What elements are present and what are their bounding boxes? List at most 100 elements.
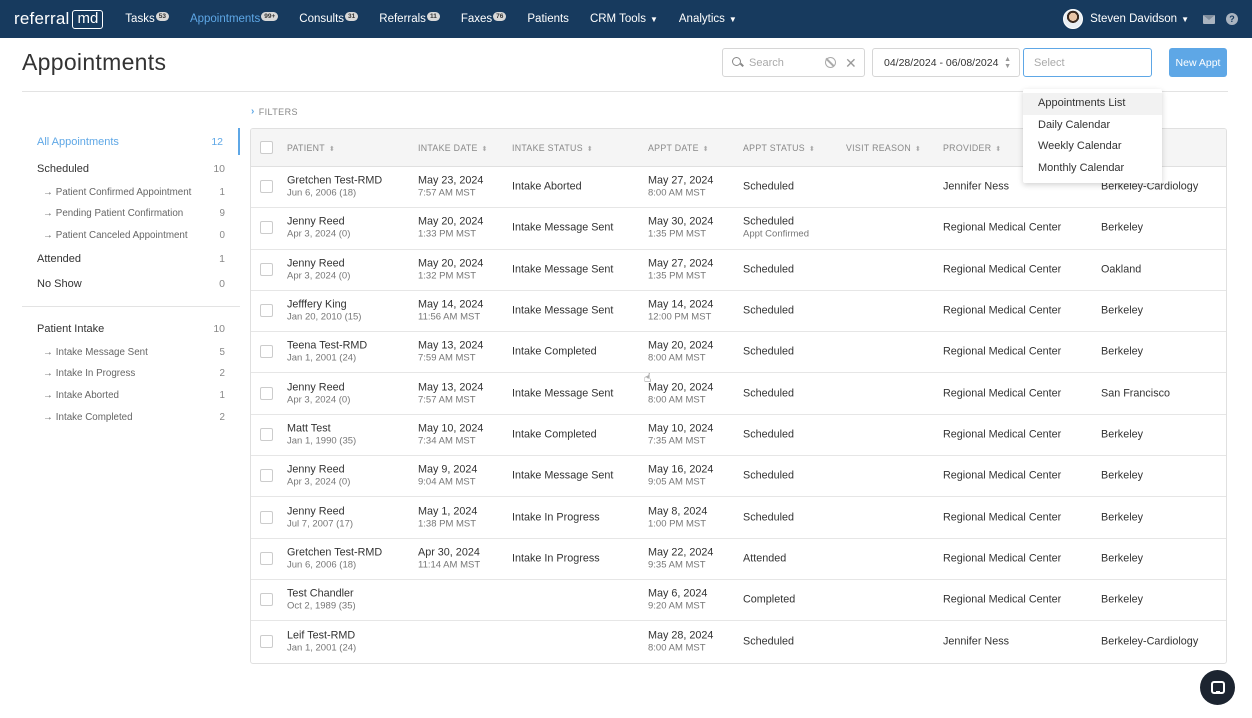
nav-item-analytics[interactable]: Analytics ▼ <box>679 13 737 25</box>
provider-cell: Regional Medical Center <box>943 552 1061 565</box>
intake-status-cell-primary: Intake In Progress <box>512 552 600 565</box>
row-checkbox[interactable] <box>260 386 273 400</box>
column-header[interactable]: INTAKE STATUS ⬍ <box>512 143 593 153</box>
chevron-down-icon: ▼ <box>649 14 658 24</box>
nav-item-patients[interactable]: Patients <box>527 13 569 25</box>
nav-item-label: Patients <box>527 13 569 25</box>
sidebar-label-text: Attended <box>37 253 82 266</box>
nav-item-consults[interactable]: Consults 31 <box>299 11 359 25</box>
nav-item-appointments[interactable]: Appointments 99+ <box>190 11 279 25</box>
table-row[interactable]: Teena Test-RMD Jan 1, 2001 (24) May 13, 20… <box>251 332 1226 374</box>
table-row[interactable]: Matt Test Jan 1, 1990 (35) May 10, 2024 7:3… <box>251 415 1226 457</box>
sidebar-item-scheduled[interactable]: Scheduled 10 <box>22 156 240 181</box>
dropdown-option-weekly-calendar[interactable]: Weekly Calendar <box>1023 136 1162 158</box>
location-cell-primary: Oakland <box>1101 263 1142 276</box>
table-row[interactable]: Jenny Reed Apr 3, 2024 (0) May 9, 2024 9:04… <box>251 456 1226 498</box>
sidebar-subitem[interactable]: → Intake In Progress 2 <box>22 363 240 385</box>
nav-item-tasks[interactable]: Tasks 53 <box>125 11 169 25</box>
column-header[interactable]: APPT STATUS ⬍ <box>743 143 815 153</box>
avatar[interactable] <box>1063 9 1084 29</box>
location-cell: Berkeley <box>1101 346 1143 359</box>
column-header[interactable]: VISIT REASON ⬍ <box>846 143 921 153</box>
row-checkbox[interactable] <box>260 345 273 359</box>
table-row[interactable]: Jefffery King Jan 20, 2010 (15) May 14, 20… <box>251 291 1226 333</box>
close-icon[interactable]: ✕ <box>845 56 857 70</box>
table-row[interactable]: Gretchen Test-RMD Jun 6, 2006 (18) Apr 30,… <box>251 539 1226 580</box>
select-all-checkbox[interactable] <box>260 140 273 154</box>
search-input[interactable] <box>749 56 819 69</box>
filters-toggle[interactable]: › FILTERS <box>251 106 298 117</box>
chat-button[interactable] <box>1200 670 1235 705</box>
column-header[interactable]: PROVIDER ⬍ <box>943 143 1002 153</box>
patient-cell-secondary: Apr 3, 2024 (0) <box>287 394 351 406</box>
intake-date-cell-secondary: 7:57 AM MST <box>418 187 476 199</box>
table-row[interactable]: Jenny Reed Apr 3, 2024 (0) May 13, 2024 7:5… <box>251 373 1226 415</box>
table-row[interactable]: Test Chandler Oct 2, 1989 (35) May 6, 2024… <box>251 580 1226 622</box>
appt-date-cell-secondary: 1:00 PM MST <box>648 518 707 530</box>
provider-cell-primary: Jennifer Ness <box>943 635 1010 648</box>
sidebar-item-all-appointments[interactable]: All Appointments 12 <box>22 128 240 155</box>
nav-right: Steven Davidson ▼ ? <box>1063 0 1238 38</box>
table-row[interactable]: Jenny Reed Apr 3, 2024 (0) May 20, 2024 1:3… <box>251 208 1226 250</box>
user-menu[interactable]: Steven Davidson ▼ <box>1090 13 1189 25</box>
sidebar-subitem[interactable]: → Pending Patient Confirmation 9 <box>22 203 240 225</box>
patient-cell-primary: Jenny Reed <box>287 505 345 518</box>
table-row[interactable]: Jenny Reed Apr 3, 2024 (0) May 20, 2024 1:3… <box>251 250 1226 291</box>
row-checkbox[interactable] <box>260 427 273 441</box>
search-box[interactable]: ✕ <box>722 48 865 77</box>
row-checkbox[interactable] <box>260 634 273 648</box>
nav-item-label: Tasks <box>125 13 155 25</box>
sidebar-subitem[interactable]: → Intake Message Sent 5 <box>22 341 240 363</box>
row-content: Jenny Reed Jul 7, 2007 (17) May 1, 2024 1:3… <box>251 497 1226 537</box>
dropdown-option-appointments-list[interactable]: Appointments List <box>1023 93 1162 115</box>
view-select-input[interactable] <box>1034 56 1134 69</box>
row-checkbox[interactable] <box>260 221 273 235</box>
row-checkbox[interactable] <box>260 469 273 483</box>
row-checkbox[interactable] <box>260 593 273 607</box>
sidebar-count: 1 <box>219 186 225 198</box>
arrow-right-icon: → <box>43 368 53 380</box>
table-row[interactable]: Jenny Reed Jul 7, 2007 (17) May 1, 2024 1:3… <box>251 497 1226 539</box>
table-row[interactable]: Leif Test-RMD Jan 1, 2001 (24) May 28, 202… <box>251 621 1226 662</box>
sidebar-subitem[interactable]: → Intake Completed 2 <box>22 407 240 429</box>
appt-status-cell: Scheduled <box>743 181 794 194</box>
date-range-picker[interactable]: 04/28/2024 - 06/08/2024 ▲ ▼ <box>872 48 1020 77</box>
sidebar-item-no-show[interactable]: No Show 0 <box>22 272 240 297</box>
column-header[interactable]: INTAKE DATE ⬍ <box>418 143 488 153</box>
sidebar-subitem[interactable]: → Intake Aborted 1 <box>22 385 240 407</box>
column-header[interactable]: PATIENT ⬍ <box>287 143 335 153</box>
sidebar-label-text: All Appointments <box>37 135 119 148</box>
nav-item-referrals[interactable]: Referrals 11 <box>379 11 440 25</box>
row-content: Matt Test Jan 1, 1990 (35) May 10, 2024 7:3… <box>251 415 1226 455</box>
sidebar-label-text: Intake In Progress <box>55 368 136 380</box>
sidebar-item-patient-intake[interactable]: Patient Intake 10 <box>22 316 240 341</box>
logo[interactable]: referral md <box>14 9 104 29</box>
new-appt-button[interactable]: New Appt <box>1169 48 1227 77</box>
dropdown-option-daily-calendar[interactable]: Daily Calendar <box>1023 115 1162 137</box>
intake-date-cell-primary: May 13, 2024 <box>418 339 484 352</box>
help-icon[interactable]: ? <box>1226 13 1238 25</box>
row-checkbox[interactable] <box>260 262 273 276</box>
row-checkbox[interactable] <box>260 304 273 318</box>
mail-icon[interactable] <box>1203 14 1215 24</box>
intake-status-cell-primary: Intake Completed <box>512 345 597 358</box>
ban-icon[interactable] <box>825 57 836 68</box>
nav-badge: 76 <box>493 11 507 21</box>
row-checkbox[interactable] <box>260 551 273 565</box>
nav-item-crm-tools[interactable]: CRM Tools ▼ <box>590 13 658 25</box>
sidebar-subitem[interactable]: → Patient Canceled Appointment 0 <box>22 225 240 247</box>
view-select[interactable] <box>1023 48 1152 77</box>
column-header-label: PATIENT <box>287 142 325 153</box>
sidebar-label-text: Patient Confirmed Appointment <box>55 186 192 198</box>
sidebar-item-attended[interactable]: Attended 1 <box>22 247 240 272</box>
nav-item-faxes[interactable]: Faxes 76 <box>461 11 507 25</box>
column-header[interactable]: APPT DATE ⬍ <box>648 143 709 153</box>
row-checkbox[interactable] <box>260 180 273 194</box>
sidebar-label: → Intake Message Sent <box>43 347 148 358</box>
patient-cell-secondary: Apr 3, 2024 (0) <box>287 228 351 240</box>
location-cell-primary: Berkeley <box>1101 511 1144 524</box>
row-checkbox[interactable] <box>260 510 273 524</box>
appt-status-cell-primary: Scheduled <box>743 215 795 228</box>
sidebar-subitem[interactable]: → Patient Confirmed Appointment 1 <box>22 181 240 203</box>
dropdown-option-monthly-calendar[interactable]: Monthly Calendar <box>1023 158 1162 180</box>
